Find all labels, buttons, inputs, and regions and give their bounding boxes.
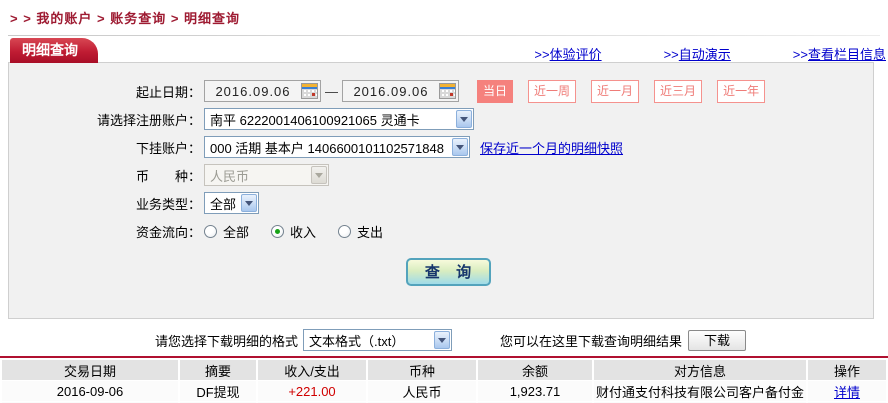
table-header-row: 交易日期 摘要 收入/支出 币种 余额 对方信息 操作 [2, 360, 886, 380]
breadcrumb[interactable]: > > 我的账户 > 账务查询 > 明细查询 [10, 8, 240, 27]
register-account-label: 请选择注册账户： [9, 110, 201, 129]
link-view-column-info[interactable]: >>查看栏目信息 [793, 44, 886, 63]
download-hint: 您可以在这里下载查询明细结果 [500, 331, 682, 350]
download-format-select[interactable]: 文本格式（.txt） [303, 329, 452, 351]
col-header-amount: 收入/支出 [258, 360, 366, 380]
detail-link[interactable]: 详情 [834, 385, 860, 400]
cell-summary: DF提现 [180, 381, 256, 401]
save-snapshot-link[interactable]: 保存近一个月的明细快照 [480, 138, 623, 157]
date-to-value[interactable]: 2016.09.06 [343, 84, 439, 99]
query-form-panel: 起止日期： 2016.09.06 — 2016.09.06 当日 近一周 近一月… [8, 62, 874, 319]
date-range-label: 起止日期： [9, 82, 201, 101]
top-links: >>体验评价 >>自动演示 >>查看栏目信息 [534, 44, 886, 63]
date-separator: — [325, 84, 338, 99]
biz-type-value: 全部 [210, 194, 236, 213]
link-label: 体验评价 [550, 47, 602, 62]
download-format-value: 文本格式（.txt） [309, 331, 404, 350]
link-auto-demo[interactable]: >>自动演示 [664, 44, 731, 63]
cell-amount: +221.00 [258, 381, 366, 401]
sub-account-select[interactable]: 000 活期 基本户 1406600101102571848 [204, 136, 470, 158]
chevron-down-icon [311, 166, 327, 184]
quick-range-today-button[interactable]: 当日 [477, 80, 513, 103]
chevron-down-icon[interactable] [434, 331, 450, 349]
biz-type-label: 业务类型： [9, 194, 201, 213]
fund-flow-options: 全部 收入 支出 [204, 222, 405, 241]
calendar-icon[interactable] [301, 83, 318, 99]
chevron-down-icon[interactable] [241, 194, 257, 212]
cell-date: 2016-09-06 [2, 381, 178, 401]
query-button-row: 查 询 [9, 258, 873, 286]
sub-account-row: 下挂账户： 000 活期 基本户 1406600101102571848 保存近… [9, 135, 873, 159]
chevron-down-icon[interactable] [456, 110, 472, 128]
quick-range-year-button[interactable]: 近一年 [717, 80, 765, 103]
radio-label: 收入 [290, 222, 316, 241]
link-experience-review[interactable]: >>体验评价 [534, 44, 601, 63]
currency-label: 币 种： [9, 166, 201, 185]
col-header-summary: 摘要 [180, 360, 256, 380]
register-account-row: 请选择注册账户： 南平 6222001406100921065 灵通卡 [9, 107, 873, 131]
date-from-value[interactable]: 2016.09.06 [205, 84, 301, 99]
download-row: 请您选择下载明细的格式 文本格式（.txt） 您可以在这里下载查询明细结果 下载 [0, 328, 888, 352]
radio-option-all[interactable]: 全部 [204, 222, 249, 241]
detail-table: 交易日期 摘要 收入/支出 币种 余额 对方信息 操作 2016-09-06 D… [0, 359, 888, 403]
download-format-label: 请您选择下载明细的格式 [155, 331, 298, 350]
quick-range-month-button[interactable]: 近一月 [591, 80, 639, 103]
radio-label: 全部 [223, 222, 249, 241]
date-range-row: 起止日期： 2016.09.06 — 2016.09.06 当日 近一周 近一月… [9, 79, 873, 103]
link-label: 查看栏目信息 [808, 47, 886, 62]
date-from-input[interactable]: 2016.09.06 [204, 80, 321, 102]
sub-account-value: 000 活期 基本户 1406600101102571848 [210, 138, 444, 157]
currency-value: 人民币 [210, 166, 249, 185]
table-row: 2016-09-06 DF提现 +221.00 人民币 1,923.71 财付通… [2, 381, 886, 401]
quick-range-week-button[interactable]: 近一周 [528, 80, 576, 103]
register-account-select[interactable]: 南平 6222001406100921065 灵通卡 [204, 108, 474, 130]
radio-icon[interactable] [338, 225, 351, 238]
cell-balance: 1,923.71 [478, 381, 592, 401]
link-prefix: >> [664, 47, 679, 62]
radio-checked-icon[interactable] [271, 225, 284, 238]
cell-counterparty: 财付通支付科技有限公司客户备付金 [594, 381, 806, 401]
link-prefix: >> [534, 47, 549, 62]
currency-select: 人民币 [204, 164, 329, 186]
link-label: 自动演示 [679, 47, 731, 62]
radio-option-income[interactable]: 收入 [271, 222, 316, 241]
sub-account-label: 下挂账户： [9, 138, 201, 157]
fund-flow-row: 资金流向： 全部 收入 支出 [9, 219, 873, 243]
cell-currency: 人民币 [368, 381, 476, 401]
divider [8, 35, 880, 36]
biz-type-select[interactable]: 全部 [204, 192, 259, 214]
col-header-currency: 币种 [368, 360, 476, 380]
date-to-input[interactable]: 2016.09.06 [342, 80, 459, 102]
col-header-date: 交易日期 [2, 360, 178, 380]
cell-action: 详情 [808, 381, 886, 401]
detail-query-page: > > 我的账户 > 账务查询 > 明细查询 明细查询 >>体验评价 >>自动演… [0, 0, 888, 403]
biz-type-row: 业务类型： 全部 [9, 191, 873, 215]
col-header-counterparty: 对方信息 [594, 360, 806, 380]
radio-icon[interactable] [204, 225, 217, 238]
tab-detail-query[interactable]: 明细查询 [10, 38, 98, 63]
quick-range-buttons: 当日 近一周 近一月 近三月 近一年 [477, 80, 765, 103]
calendar-icon[interactable] [439, 83, 456, 99]
col-header-balance: 余额 [478, 360, 592, 380]
register-account-value: 南平 6222001406100921065 灵通卡 [210, 110, 420, 129]
fund-flow-label: 资金流向： [9, 222, 201, 241]
quick-range-3months-button[interactable]: 近三月 [654, 80, 702, 103]
currency-row: 币 种： 人民币 [9, 163, 873, 187]
col-header-action: 操作 [808, 360, 886, 380]
link-prefix: >> [793, 47, 808, 62]
download-button[interactable]: 下载 [688, 330, 746, 351]
radio-label: 支出 [357, 222, 383, 241]
query-button[interactable]: 查 询 [406, 258, 491, 286]
table-top-rule [0, 356, 888, 358]
chevron-down-icon[interactable] [452, 138, 468, 156]
radio-option-expense[interactable]: 支出 [338, 222, 383, 241]
